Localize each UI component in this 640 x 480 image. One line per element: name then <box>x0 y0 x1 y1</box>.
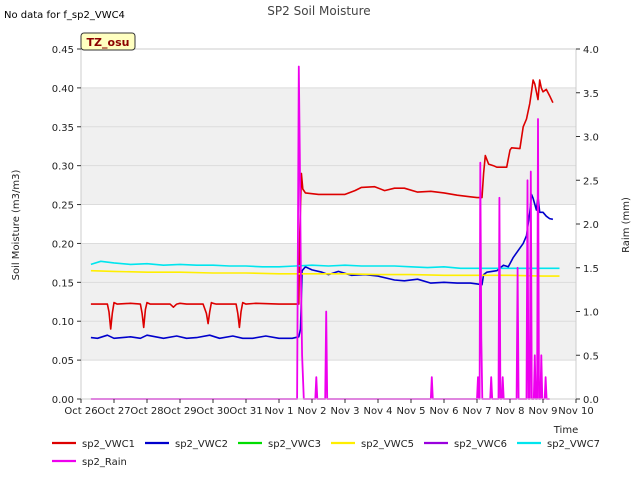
y2-tick-label: 2.0 <box>583 220 599 231</box>
legend: sp2_VWC1 sp2_VWC2 sp2_VWC3 sp2_VWC5 sp2_VWC6… <box>52 439 600 468</box>
x-tick-label: Oct 29 <box>163 406 196 417</box>
x-tick-label: Nov 4 <box>363 406 392 417</box>
x-tick-label: Nov 2 <box>297 406 326 417</box>
x-tick-label: Nov 1 <box>264 406 293 417</box>
x-tick-label: Nov 9 <box>528 406 557 417</box>
legend-label: sp2_VWC3 <box>268 439 321 450</box>
grid-band-shaded <box>81 165 576 205</box>
y2-tick-label: 3.5 <box>583 89 599 100</box>
x-tick-label: Oct 28 <box>130 406 163 417</box>
x-tick-label: Nov 5 <box>396 406 425 417</box>
grid-band-shaded <box>81 243 576 283</box>
grid-band-shaded <box>81 87 576 127</box>
x-tick-label: Nov 6 <box>429 406 458 417</box>
legend-label: sp2_VWC7 <box>547 439 600 450</box>
x-tick-label: Oct 26 <box>64 406 97 417</box>
x-tick-label: Nov 8 <box>495 406 524 417</box>
grid-band <box>81 282 576 322</box>
x-tick-label: Oct 27 <box>97 406 130 417</box>
x-tick-label: Oct 30 <box>196 406 229 417</box>
y-tick-label: 0.20 <box>52 239 74 250</box>
grid-band <box>81 204 576 244</box>
chart: SP2 Soil Moisture No data for f_sp2_VWC4… <box>4 4 632 468</box>
y-tick-label: 0.25 <box>52 201 74 212</box>
y2-tick-label: 2.5 <box>583 176 599 187</box>
y2-axis-label: Raim (mm) <box>621 197 632 253</box>
station-tag: TZ_osu <box>80 32 136 51</box>
y2-tick-label: 0.0 <box>583 395 599 406</box>
y2-tick-label: 4.0 <box>583 45 599 56</box>
legend-item-sp2_Rain: sp2_Rain <box>52 457 127 468</box>
x-axis-label: Time <box>553 425 578 436</box>
grid-band <box>81 126 576 166</box>
no-data-note: No data for f_sp2_VWC4 <box>4 10 125 21</box>
station-tag-label: TZ_osu <box>87 36 130 49</box>
y-tick-label: 0.05 <box>52 356 74 367</box>
grid-band <box>81 49 576 88</box>
y2-tick-label: 3.0 <box>583 133 599 144</box>
y2-tick-label: 0.5 <box>583 351 599 362</box>
legend-label: sp2_VWC2 <box>175 439 228 450</box>
x-tick-label: Nov 7 <box>462 406 491 417</box>
x-tick-label: Nov 3 <box>330 406 359 417</box>
legend-item-sp2_VWC6: sp2_VWC6 <box>424 439 507 450</box>
legend-item-sp2_VWC1: sp2_VWC1 <box>52 439 135 450</box>
y-tick-label: 0.15 <box>52 278 74 289</box>
legend-label: sp2_VWC5 <box>361 439 414 450</box>
y2-tick-label: 1.0 <box>583 308 599 319</box>
legend-item-sp2_VWC5: sp2_VWC5 <box>331 439 414 450</box>
legend-item-sp2_VWC3: sp2_VWC3 <box>238 439 321 450</box>
legend-item-sp2_VWC7: sp2_VWC7 <box>517 439 600 450</box>
y-tick-label: 0.10 <box>52 317 74 328</box>
y-axis-label: Soil Moisture (m3/m3) <box>11 170 22 281</box>
legend-label: sp2_VWC1 <box>82 439 135 450</box>
y2-tick-label: 1.5 <box>583 264 599 275</box>
legend-label: sp2_Rain <box>82 457 127 468</box>
y-tick-label: 0.40 <box>52 84 74 95</box>
grid-band-shaded <box>81 321 576 361</box>
plot-background <box>81 48 576 400</box>
y-tick-label: 0.30 <box>52 162 74 173</box>
x-tick-label: Oct 31 <box>229 406 262 417</box>
y-tick-label: 0.45 <box>52 45 74 56</box>
x-tick-label: Nov 10 <box>558 406 593 417</box>
chart-title: SP2 Soil Moisture <box>267 4 370 18</box>
legend-item-sp2_VWC2: sp2_VWC2 <box>145 439 228 450</box>
y-tick-label: 0.00 <box>52 395 74 406</box>
legend-label: sp2_VWC6 <box>454 439 507 450</box>
y-tick-label: 0.35 <box>52 123 74 134</box>
